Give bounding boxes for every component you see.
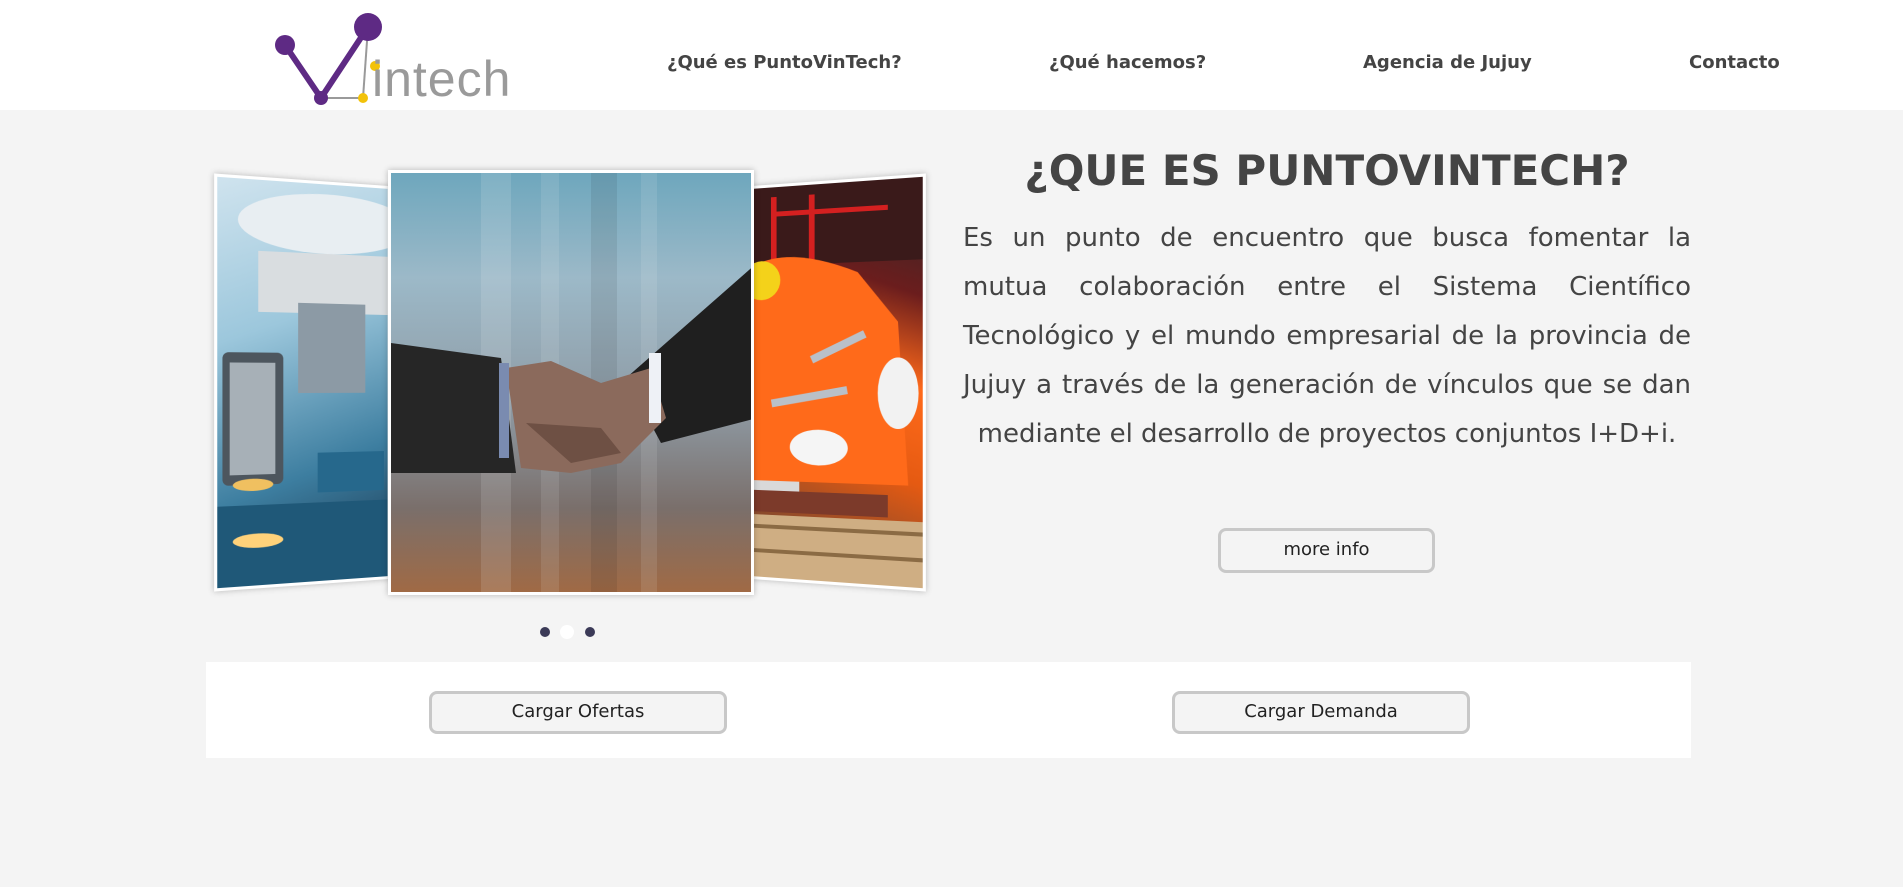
handshake-image (391, 173, 751, 592)
site-header: intech ¿Qué es PuntoVinTech? ¿Qué hacemo… (0, 0, 1903, 110)
cargar-ofertas-button[interactable]: Cargar Ofertas (429, 691, 727, 734)
nav-item-que-hacemos[interactable]: ¿Qué hacemos? (1049, 52, 1206, 73)
nav-item-que-es[interactable]: ¿Qué es PuntoVinTech? (667, 52, 902, 73)
carousel-slide-welder[interactable] (749, 173, 926, 592)
about-title: ¿QUE ES PUNTOVINTECH? (1024, 146, 1630, 195)
nav-item-agencia-jujuy[interactable]: Agencia de Jujuy (1363, 52, 1532, 73)
nav-item-contacto[interactable]: Contacto (1689, 52, 1780, 73)
carousel-slide-handshake[interactable] (388, 170, 754, 595)
image-carousel[interactable] (205, 168, 935, 598)
welder-image (752, 176, 926, 592)
about-description: Es un punto de encuentro que busca fomen… (963, 223, 1691, 449)
carousel-dot-1[interactable] (540, 627, 550, 637)
carousel-dot-2[interactable] (560, 625, 574, 639)
vintech-logo[interactable]: intech (270, 12, 510, 107)
more-info-button[interactable]: more info (1218, 528, 1435, 573)
cargar-demanda-button[interactable]: Cargar Demanda (1172, 691, 1470, 734)
microscope-image (217, 188, 391, 592)
actions-panel: Cargar Ofertas Cargar Demanda (206, 662, 1691, 758)
carousel-slide-microscope[interactable] (214, 173, 391, 592)
logo-text: intech (372, 51, 512, 107)
carousel-dot-3[interactable] (585, 627, 595, 637)
